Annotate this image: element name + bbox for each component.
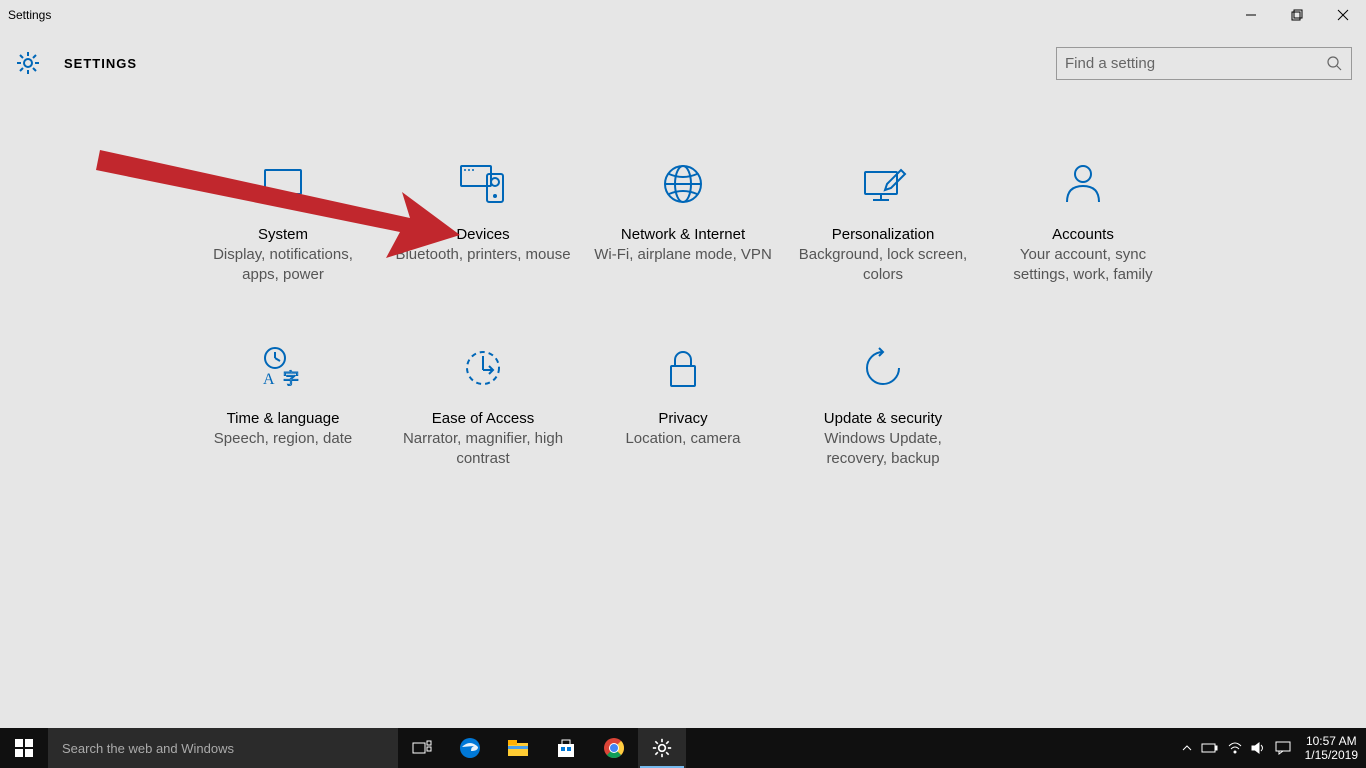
settings-tile-ease-of-access[interactable]: Ease of Access Narrator, magnifier, high … [383,344,583,468]
page-title: SETTINGS [64,56,137,71]
time-language-icon [259,344,307,392]
system-icon [259,160,307,208]
settings-categories-grid: System Display, notifications, apps, powe… [183,160,1183,468]
titlebar: Settings [0,0,1366,30]
minimize-button[interactable] [1228,0,1274,30]
settings-tile-personalization[interactable]: Personalization Background, lock screen, … [783,160,983,284]
search-icon [1325,54,1343,72]
tile-description: Location, camera [625,429,740,449]
taskbar-item-task-view[interactable] [398,728,446,768]
tile-description: Bluetooth, printers, mouse [395,245,570,265]
personalization-icon [859,160,907,208]
volume-icon[interactable] [1251,742,1267,754]
system-tray[interactable] [1175,728,1297,768]
search-box[interactable] [1056,47,1352,80]
tile-title: Accounts [1052,226,1114,243]
maximize-button[interactable] [1274,0,1320,30]
tile-title: Privacy [658,410,707,427]
tile-title: Ease of Access [432,410,535,427]
clock-date: 1/15/2019 [1305,748,1358,762]
action-center-icon[interactable] [1275,741,1291,755]
settings-tile-update-security[interactable]: Update & security Windows Update, recover… [783,344,983,468]
tile-title: Network & Internet [621,226,745,243]
tray-chevron-up-icon[interactable] [1181,742,1193,754]
settings-tile-network[interactable]: Network & Internet Wi-Fi, airplane mode, … [583,160,783,284]
network-icon [659,160,707,208]
privacy-icon [659,344,707,392]
accounts-icon [1059,160,1107,208]
settings-tile-devices[interactable]: Devices Bluetooth, printers, mouse [383,160,583,284]
tile-description: Background, lock screen, colors [793,245,973,284]
window-title: Settings [8,8,51,22]
tile-title: System [258,226,308,243]
ease-of-access-icon [459,344,507,392]
search-input[interactable] [1065,55,1325,72]
tile-title: Time & language [227,410,340,427]
start-button[interactable] [0,728,48,768]
taskbar-item-edge[interactable] [446,728,494,768]
taskbar-search-placeholder: Search the web and Windows [62,741,234,756]
close-button[interactable] [1320,0,1366,30]
battery-icon[interactable] [1201,742,1219,754]
settings-tile-time-language[interactable]: Time & language Speech, region, date [183,344,383,468]
clock-time: 10:57 AM [1306,734,1357,748]
taskbar-search[interactable]: Search the web and Windows [48,728,398,768]
tile-title: Personalization [832,226,935,243]
taskbar-clock[interactable]: 10:57 AM 1/15/2019 [1297,728,1366,768]
settings-tile-system[interactable]: System Display, notifications, apps, powe… [183,160,383,284]
tile-title: Update & security [824,410,942,427]
tile-description: Windows Update, recovery, backup [793,429,973,468]
tile-description: Speech, region, date [214,429,352,449]
taskbar-item-file-explorer[interactable] [494,728,542,768]
settings-tile-privacy[interactable]: Privacy Location, camera [583,344,783,468]
taskbar-item-chrome[interactable] [590,728,638,768]
header: SETTINGS [0,30,1366,86]
settings-gear-icon [12,47,44,79]
tile-title: Devices [456,226,509,243]
tile-description: Wi-Fi, airplane mode, VPN [594,245,772,265]
devices-icon [459,160,507,208]
tile-description: Narrator, magnifier, high contrast [393,429,573,468]
tile-description: Display, notifications, apps, power [193,245,373,284]
update-security-icon [859,344,907,392]
taskbar-item-settings[interactable] [638,728,686,768]
taskbar-item-store[interactable] [542,728,590,768]
wifi-icon[interactable] [1227,742,1243,754]
settings-tile-accounts[interactable]: Accounts Your account, sync settings, wor… [983,160,1183,284]
tile-description: Your account, sync settings, work, famil… [993,245,1173,284]
taskbar: Search the web and Windows 10:57 AM 1/15… [0,728,1366,768]
